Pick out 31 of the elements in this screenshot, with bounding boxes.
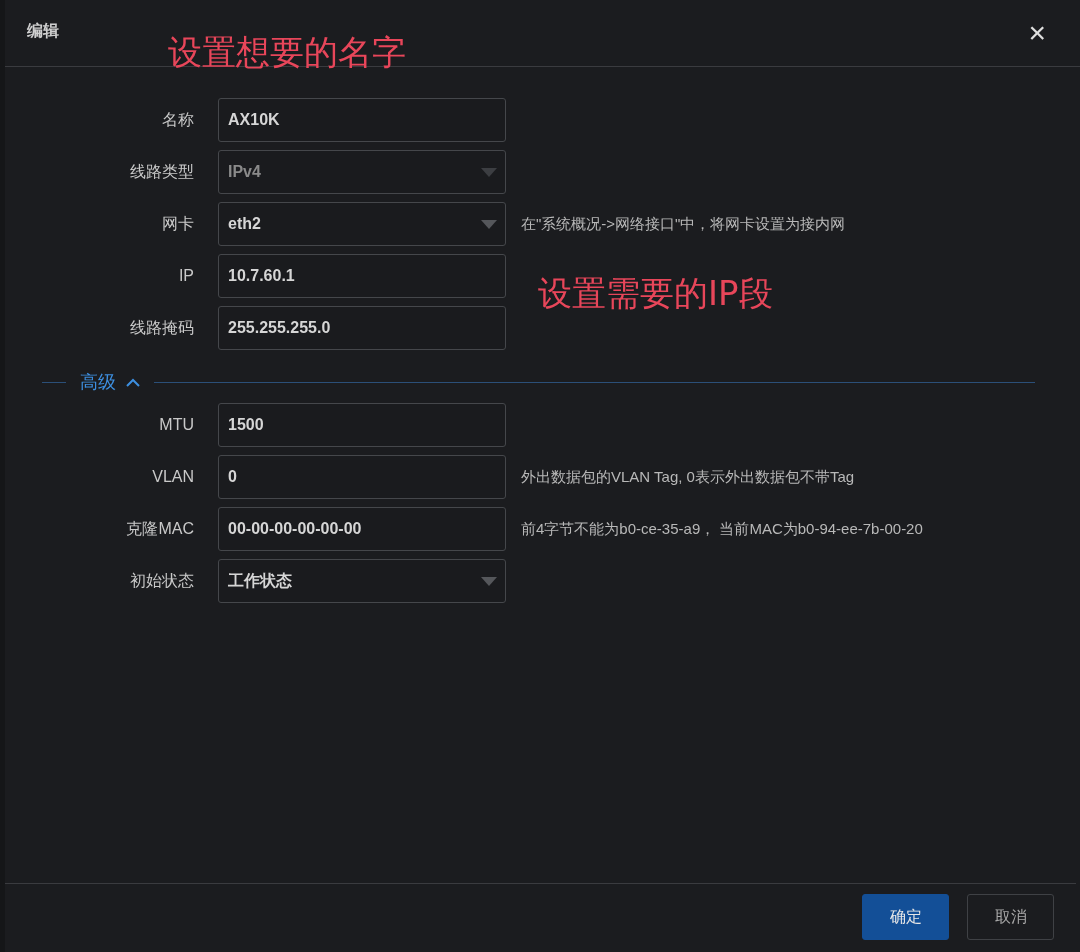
text-field[interactable]: 00-00-00-00-00-00 xyxy=(218,507,506,551)
dropdown-field[interactable]: 工作状态 xyxy=(218,559,506,603)
advanced-toggle[interactable]: 高级 xyxy=(66,370,154,394)
field-label: MTU xyxy=(158,416,194,434)
close-button[interactable]: × xyxy=(1024,18,1050,48)
dropdown-caret-icon xyxy=(481,219,497,229)
text-field[interactable]: 1500 xyxy=(218,403,506,447)
field-hint: 前4字节不能为b0-ce-35-a9， 当前MAC为b0-94-ee-7b-00-20 xyxy=(521,519,923,539)
text-field[interactable]: 255.255.255.0 xyxy=(218,306,506,350)
chevron-icon xyxy=(126,377,140,387)
field-label: 网卡 xyxy=(161,213,194,234)
field-label: 克隆MAC xyxy=(125,518,194,539)
field-label: 线路类型 xyxy=(129,161,194,182)
text-field[interactable]: 10.7.60.1 xyxy=(218,254,506,298)
text-field[interactable]: AX10K xyxy=(218,98,506,142)
field-label: 初始状态 xyxy=(129,570,194,591)
dropdown-field[interactable]: eth2 xyxy=(218,202,506,246)
field-label: 线路掩码 xyxy=(129,317,194,338)
text-field[interactable]: 0 xyxy=(218,455,506,499)
field-label: 名称 xyxy=(161,109,194,130)
cancel-button[interactable]: 取消 xyxy=(967,894,1054,940)
field-hint: 在"系统概况->网络接口"中，将网卡设置为接内网 xyxy=(521,214,846,234)
field-hint: 外出数据包的VLAN Tag, 0表示外出数据包不带Tag xyxy=(521,467,855,487)
annotation-text: 设置需要的IP段 xyxy=(538,272,773,315)
dialog-title: 编辑 xyxy=(27,20,59,41)
dropdown-caret-icon xyxy=(481,167,497,177)
field-label: VLAN xyxy=(151,468,194,486)
annotation-text: 设置想要的名字 xyxy=(168,31,406,74)
confirm-button[interactable]: 确定 xyxy=(862,894,949,940)
field-label: IP xyxy=(177,267,194,285)
dropdown-caret-icon xyxy=(481,576,497,586)
